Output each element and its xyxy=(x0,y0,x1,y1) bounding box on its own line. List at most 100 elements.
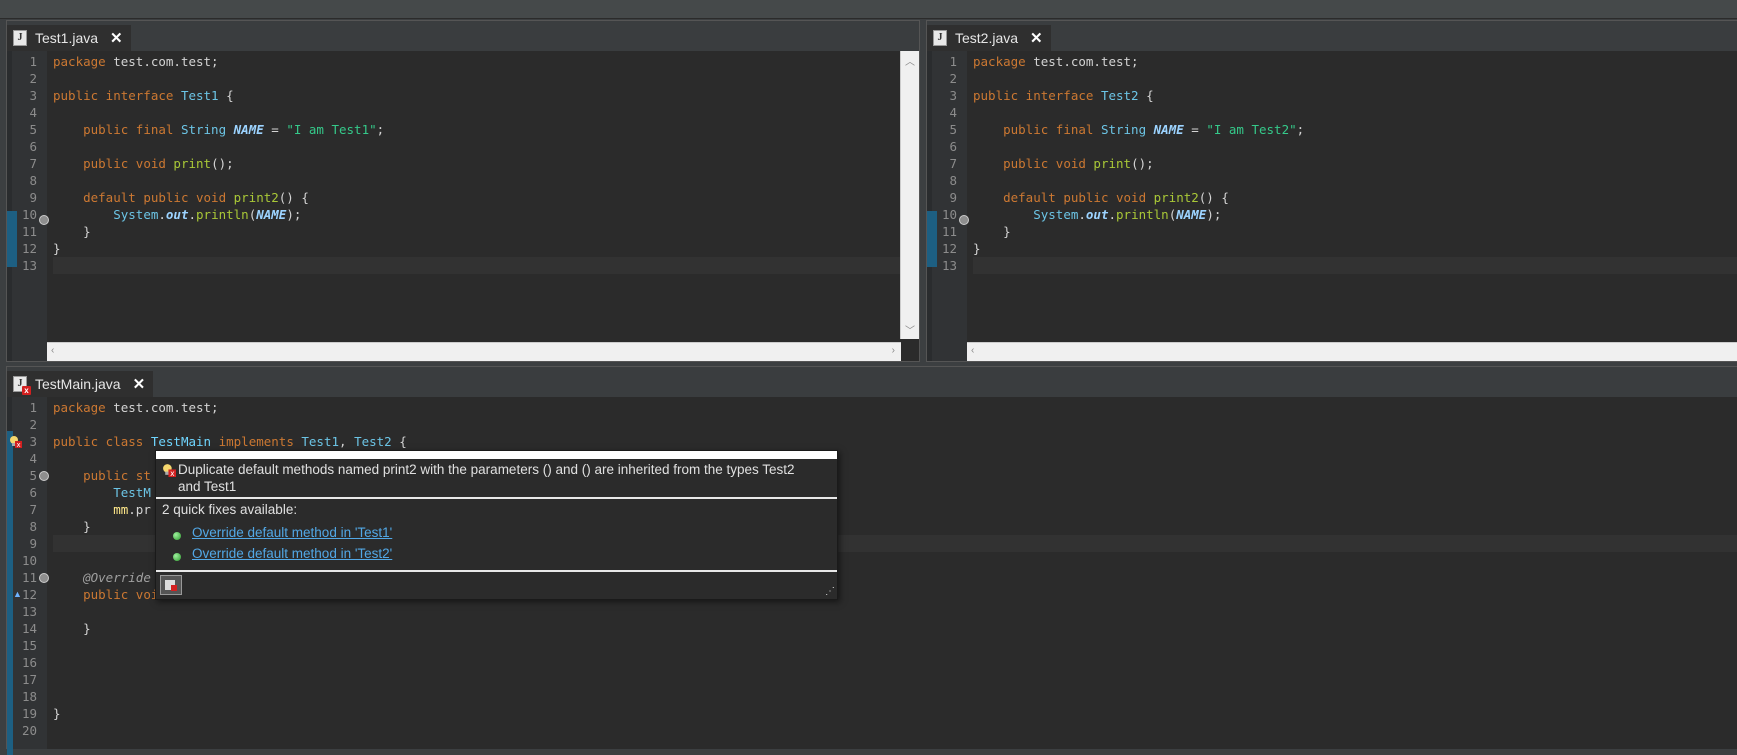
line-number: 12 xyxy=(941,241,957,256)
close-icon[interactable]: ✕ xyxy=(110,29,123,47)
tab-test1[interactable]: J Test1.java ✕ xyxy=(7,25,131,51)
code-token: } xyxy=(973,241,981,256)
divider xyxy=(156,497,837,499)
code-token: String xyxy=(180,122,234,137)
line-number: 18 xyxy=(21,689,37,704)
line-number: 2 xyxy=(949,71,957,86)
tab-test2[interactable]: J Test2.java ✕ xyxy=(927,25,1051,51)
code-line: 17 xyxy=(22,671,1737,688)
resize-grip-icon[interactable]: ⋰ xyxy=(825,586,835,597)
line-number: 20 xyxy=(21,723,37,738)
code-token: . xyxy=(188,207,197,222)
code-line: 2 xyxy=(29,416,1737,433)
fold-toggle-icon[interactable] xyxy=(39,471,49,481)
code-line: 3 public interface Test2 { xyxy=(949,87,1737,104)
fold-toggle-icon[interactable] xyxy=(39,215,49,225)
line-number: 12 xyxy=(21,241,37,256)
line-number: 12 xyxy=(21,587,37,602)
line-number: 14 xyxy=(21,621,37,636)
code-token: mm xyxy=(113,502,129,517)
code-token: Test2 xyxy=(354,434,392,449)
error-lightbulb-icon: x xyxy=(162,463,176,480)
line-number: 5 xyxy=(29,122,37,137)
code-token: = xyxy=(263,122,287,137)
code-token: } xyxy=(53,241,61,256)
line-number: 1 xyxy=(29,400,37,415)
line-number: 11 xyxy=(21,570,37,585)
quickfix-link-test1[interactable]: Override default method in 'Test1' xyxy=(192,525,392,540)
code-line: 11 } xyxy=(22,223,919,240)
code-token: public interface xyxy=(53,88,181,103)
vertical-scrollbar[interactable]: ︿ ﹀ xyxy=(900,51,919,339)
code-line: 3 public interface Test1 { xyxy=(29,87,919,104)
scroll-up-icon[interactable]: ︿ xyxy=(905,53,915,68)
code-editor[interactable]: 1 package test.com.test; 2 3 public interfac… xyxy=(7,51,919,361)
code-area: 1 package test.com.test; 2 3 public interfac… xyxy=(22,51,919,361)
code-line: 6 xyxy=(29,138,919,155)
scroll-down-icon[interactable]: ﹀ xyxy=(905,322,915,337)
line-number: 8 xyxy=(29,519,37,534)
fold-toggle-icon[interactable] xyxy=(39,573,49,583)
code-token: } xyxy=(53,519,91,534)
quickfix-link-test2[interactable]: Override default method in 'Test2' xyxy=(192,546,392,561)
code-line: 8 xyxy=(29,172,919,189)
java-file-icon: J xyxy=(13,30,27,46)
code-token: public void xyxy=(1003,156,1094,171)
tab-title: Test2.java xyxy=(955,30,1019,46)
line-number: 6 xyxy=(949,139,957,154)
code-token: (); xyxy=(211,156,234,171)
code-token: implements xyxy=(211,434,302,449)
code-token: () { xyxy=(1198,190,1229,205)
line-number: 5 xyxy=(29,468,37,483)
line-number: 13 xyxy=(21,258,37,273)
code-line: 10 System.out.println(NAME); xyxy=(22,206,919,223)
code-token: Test1 xyxy=(301,434,340,449)
code-token: () { xyxy=(278,190,309,205)
line-number: 6 xyxy=(29,485,37,500)
close-icon[interactable]: ✕ xyxy=(133,375,146,393)
code-token: . xyxy=(1108,207,1117,222)
popup-settings-icon[interactable] xyxy=(160,575,182,595)
scroll-left-icon[interactable]: ‹ xyxy=(51,345,54,356)
line-number: 13 xyxy=(941,258,957,273)
code-token: out xyxy=(1085,207,1109,222)
code-line: 6 xyxy=(949,138,1737,155)
code-editor[interactable]: 1 package test.com.test; 2 3 public interfac… xyxy=(927,51,1737,361)
line-number: 1 xyxy=(29,54,37,69)
line-number: 7 xyxy=(949,156,957,171)
tab-testmain[interactable]: Jx TestMain.java ✕ xyxy=(7,371,154,397)
scroll-left-icon[interactable]: ‹ xyxy=(971,345,974,356)
line-number: 19 xyxy=(21,706,37,721)
horizontal-scrollbar[interactable]: ‹ xyxy=(967,342,1737,361)
code-token: out xyxy=(165,207,189,222)
line-number: 6 xyxy=(29,139,37,154)
java-file-icon: J xyxy=(933,30,947,46)
horizontal-scrollbar[interactable]: ‹ › xyxy=(47,342,901,361)
code-line: 7 public void print(); xyxy=(949,155,1737,172)
fold-toggle-icon[interactable] xyxy=(959,215,969,225)
line-number: 4 xyxy=(29,105,37,120)
code-area: 1 package test.com.test; 2 3 public interfac… xyxy=(942,51,1737,361)
close-icon[interactable]: ✕ xyxy=(1030,29,1043,47)
tab-bar: J Test1.java ✕ xyxy=(7,21,919,51)
popup-top-stripe xyxy=(156,451,837,459)
code-token: "I am Test2" xyxy=(1206,122,1297,137)
scroll-right-icon[interactable]: › xyxy=(892,345,895,356)
code-token: NAME xyxy=(1176,207,1207,222)
code-token: ; xyxy=(376,122,385,137)
line-number: 13 xyxy=(21,604,37,619)
code-line: 9 default public void print2() { xyxy=(949,189,1737,206)
code-line: 3 public class TestMain implements Test1,… xyxy=(29,433,1737,450)
line-number: 16 xyxy=(21,655,37,670)
code-token: (); xyxy=(1131,156,1154,171)
code-line: 20 xyxy=(22,722,1737,739)
line-number: 10 xyxy=(21,553,37,568)
code-token: { xyxy=(391,434,407,449)
line-number: 8 xyxy=(949,173,957,188)
